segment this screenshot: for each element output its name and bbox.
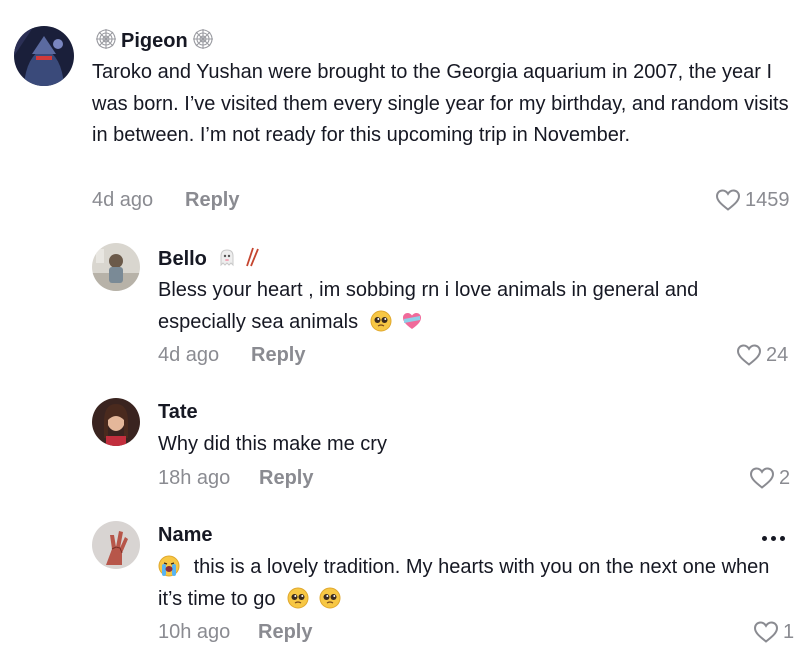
heart-icon bbox=[753, 621, 779, 643]
pleading-face-emoji bbox=[370, 310, 392, 332]
comment-text: Taroko and Yushan were brought to the Ge… bbox=[92, 61, 789, 146]
username[interactable]: Pigeon bbox=[95, 28, 214, 55]
comment-time: 10h ago bbox=[158, 621, 231, 643]
like-count: 2 bbox=[779, 466, 791, 489]
like-count: 24 bbox=[766, 343, 789, 366]
pleading-face-emoji bbox=[319, 587, 341, 609]
like-count: 1459 bbox=[745, 188, 790, 211]
username-text: Pigeon bbox=[121, 30, 188, 52]
ghost-icon bbox=[217, 247, 237, 272]
username[interactable]: Bello bbox=[158, 246, 261, 273]
username[interactable]: Tate bbox=[158, 401, 198, 424]
comment-text: Bless your heart , im sobbing rn i love … bbox=[158, 275, 788, 338]
like-button[interactable]: 24 bbox=[736, 343, 788, 367]
like-button[interactable]: 2 bbox=[749, 466, 790, 490]
chopsticks-icon bbox=[241, 246, 261, 273]
username-text: Name bbox=[158, 524, 213, 546]
comment-text: Why did this make me cry bbox=[158, 433, 387, 455]
reply-button[interactable]: Reply bbox=[258, 621, 312, 644]
reply-button[interactable]: Reply bbox=[185, 189, 239, 212]
comment-time: 18h ago bbox=[158, 467, 231, 489]
avatar[interactable] bbox=[92, 243, 140, 291]
username[interactable]: Name bbox=[158, 524, 212, 547]
reply-button[interactable]: Reply bbox=[259, 467, 313, 490]
like-button[interactable]: 1459 bbox=[715, 188, 790, 212]
avatar[interactable] bbox=[14, 26, 74, 86]
comment-time: 4d ago bbox=[92, 189, 154, 211]
like-button[interactable]: 1 bbox=[753, 620, 794, 644]
heart-icon bbox=[736, 344, 762, 366]
reply-button[interactable]: Reply bbox=[251, 344, 305, 367]
avatar[interactable] bbox=[92, 398, 140, 446]
comment-text-body: Bless your heart , im sobbing rn i love … bbox=[158, 279, 699, 333]
heart-with-ribbon-emoji bbox=[401, 310, 423, 332]
comment-text-body: this is a lovely tradition. My hearts wi… bbox=[158, 556, 770, 610]
crying-face-emoji bbox=[158, 555, 180, 577]
username-text: Tate bbox=[158, 401, 198, 423]
spider-web-icon bbox=[192, 28, 214, 55]
heart-icon bbox=[749, 467, 775, 489]
avatar[interactable] bbox=[92, 521, 140, 569]
comment-text: this is a lovely tradition. My hearts wi… bbox=[158, 552, 788, 615]
more-options-icon[interactable] bbox=[762, 536, 785, 541]
heart-icon bbox=[715, 189, 741, 211]
spider-web-icon bbox=[95, 28, 117, 55]
comment-time: 4d ago bbox=[158, 344, 220, 366]
username-text: Bello bbox=[158, 248, 207, 270]
pleading-face-emoji bbox=[287, 587, 309, 609]
like-count: 1 bbox=[783, 620, 795, 643]
